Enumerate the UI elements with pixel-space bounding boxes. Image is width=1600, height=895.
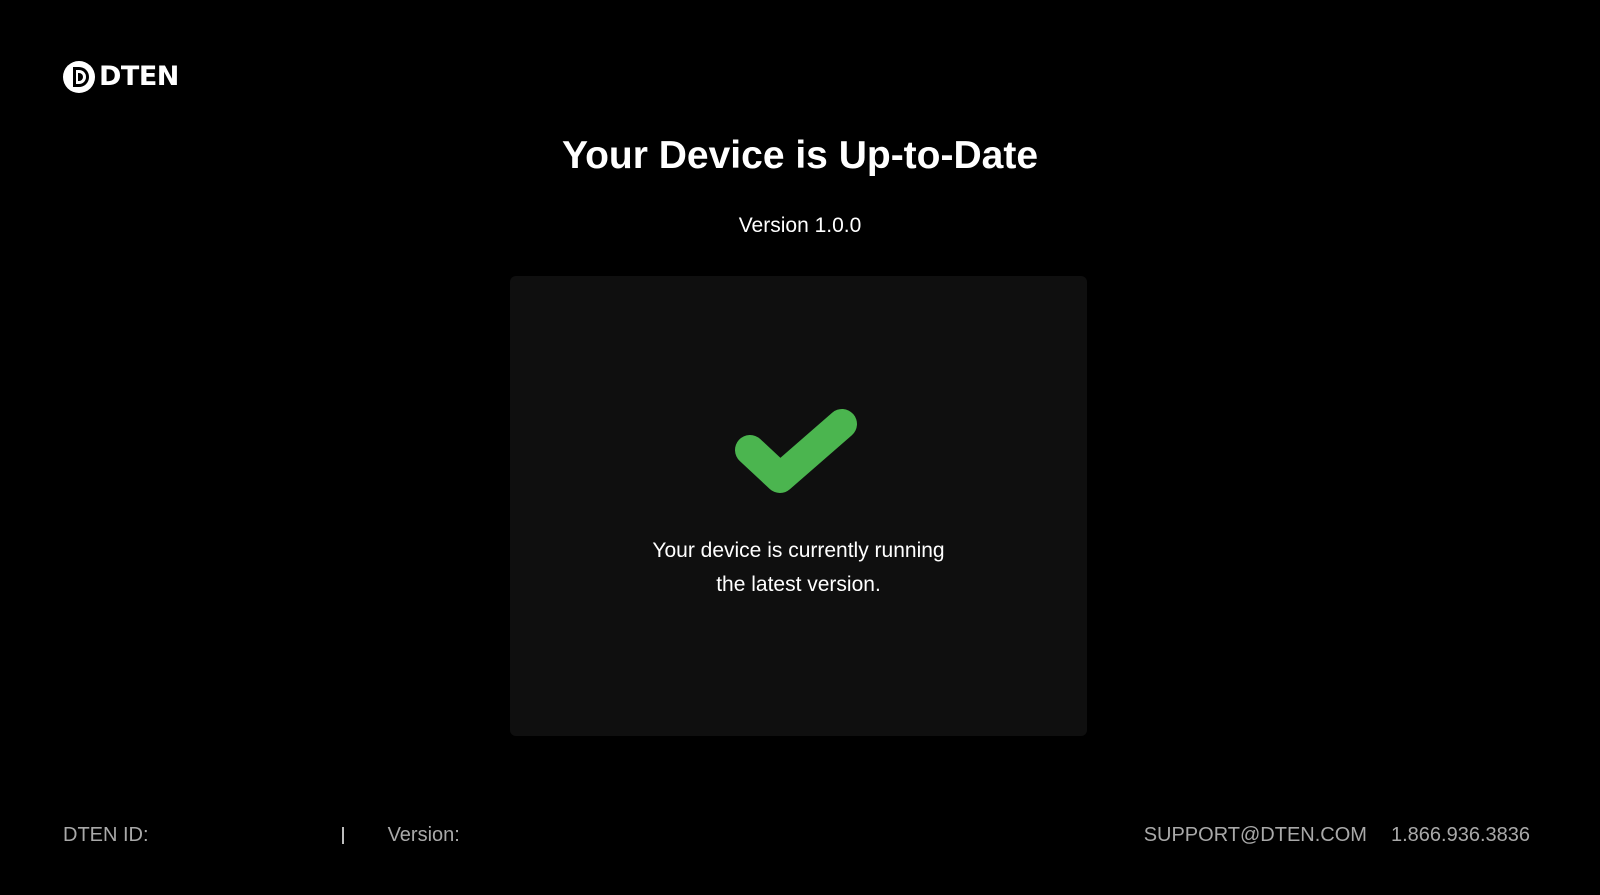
footer: DTEN ID: Version: SUPPORT@DTEN.COM 1.866… <box>0 820 1600 850</box>
status-message: Your device is currently running the lat… <box>510 534 1087 602</box>
page-title: Your Device is Up-to-Date <box>561 134 1039 177</box>
dten-logo-icon <box>63 61 95 93</box>
support-phone: 1.866.936.3836 <box>1390 823 1530 846</box>
dten-logo: DTEN <box>62 60 179 94</box>
footer-divider <box>341 826 344 844</box>
checkmark-icon <box>735 409 857 493</box>
dten-id-value <box>149 823 339 847</box>
status-message-line-2: the latest version. <box>716 573 881 596</box>
brand-name: DTEN <box>99 61 179 92</box>
status-card: Your device is currently running the lat… <box>510 276 1087 736</box>
current-version: Version 1.0.0 <box>738 214 862 237</box>
dten-id-label: DTEN ID: <box>63 823 149 846</box>
support-email: SUPPORT@DTEN.COM <box>1143 823 1367 846</box>
device-info: DTEN ID: Version: <box>63 820 460 850</box>
firmware-version-label: Version: <box>387 823 460 846</box>
status-message-line-1: Your device is currently running <box>652 539 945 562</box>
support-contact: SUPPORT@DTEN.COM 1.866.936.3836 <box>1144 820 1530 850</box>
